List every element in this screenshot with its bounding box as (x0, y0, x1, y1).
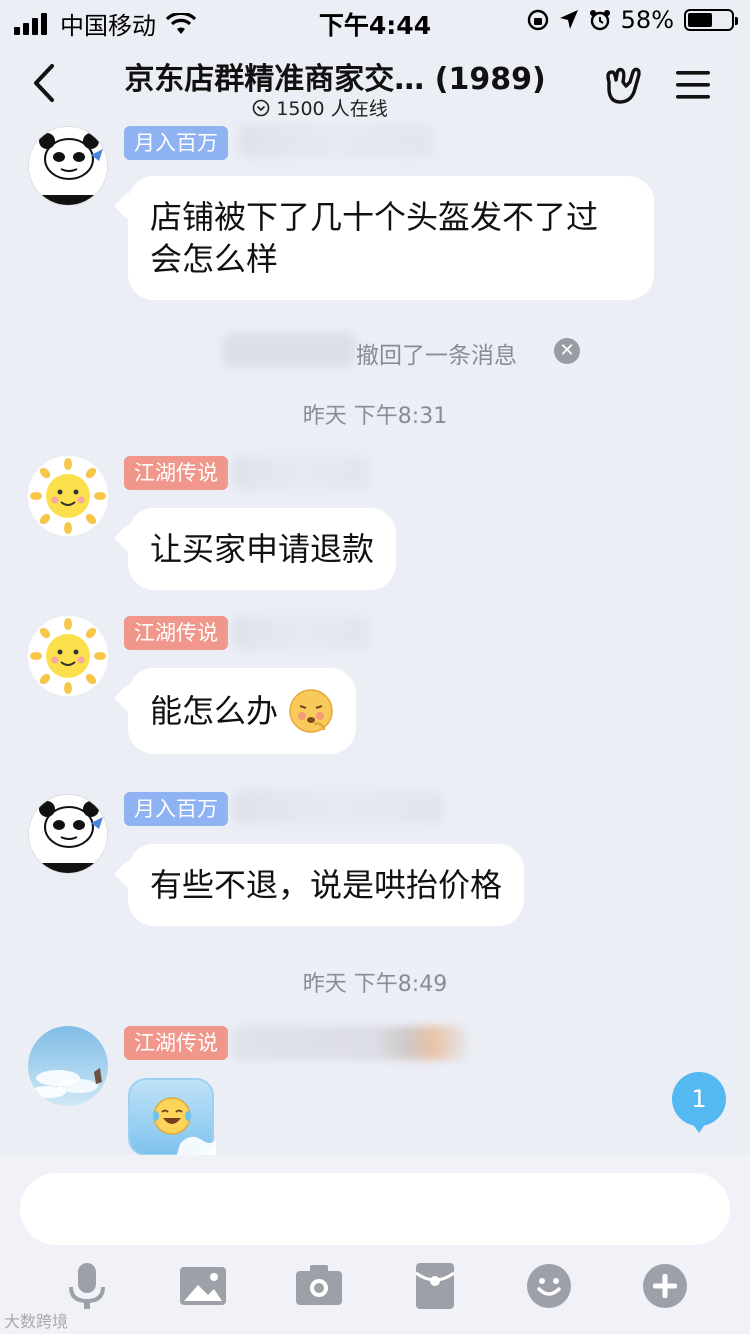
avatar[interactable] (28, 456, 108, 536)
member-tag: 江湖传说 (124, 456, 228, 490)
member-tag: 月入百万 (124, 126, 228, 160)
message-text: 能怎么办 (150, 692, 279, 730)
embarrassed-emoji-icon (289, 689, 333, 733)
panda-avatar-icon (29, 127, 107, 205)
battery-fill (688, 13, 713, 27)
member-tag: 江湖传说 (124, 616, 228, 650)
sky-avatar-icon (30, 1068, 102, 1098)
avatar[interactable] (28, 126, 108, 206)
chat-header: 京东店群精准商家交… (1989) 1500 人在线 (0, 40, 750, 130)
laughing-sticker[interactable] (128, 1078, 216, 1155)
plus-icon[interactable] (640, 1261, 690, 1311)
message-bubble[interactable]: 能怎么办 (128, 668, 357, 754)
message-text: 有些不退，说是哄抬价格 (150, 866, 503, 904)
sender-name-blurred (232, 790, 444, 824)
sender-name-blurred (238, 124, 434, 158)
close-icon[interactable]: ✕ (554, 338, 580, 364)
image-icon[interactable] (178, 1261, 228, 1311)
red-packet-icon[interactable] (410, 1261, 460, 1311)
sender-name-blurred (232, 616, 370, 650)
back-arrow-icon[interactable] (26, 60, 66, 106)
online-count-label: 1500 人在线 (276, 98, 388, 120)
online-count[interactable]: 1500 人在线 (100, 94, 540, 121)
watermark: 大数跨境 (4, 1312, 69, 1331)
sender-name-blurred (232, 456, 370, 490)
member-tag: 月入百万 (124, 792, 228, 826)
hand-gesture-icon[interactable] (600, 62, 646, 108)
message-bubble[interactable]: 让买家申请退款 (128, 508, 397, 590)
avatar[interactable] (28, 616, 108, 696)
message-bubble[interactable]: 有些不退，说是哄抬价格 (128, 844, 525, 926)
message-text: 让买家申请退款 (150, 530, 375, 568)
member-tag: 江湖传说 (124, 1026, 228, 1060)
emoji-icon[interactable] (524, 1261, 574, 1311)
recaller-name-blurred (222, 332, 356, 368)
message-text-line: 店铺被下了几十个头盔发不了过 (150, 198, 599, 236)
group-title[interactable]: 京东店群精准商家交… (1989) (100, 54, 570, 98)
chevron-down-circle-icon (252, 99, 270, 116)
camera-icon[interactable] (294, 1261, 344, 1311)
panda-avatar-icon (29, 795, 107, 873)
alarm-icon (589, 10, 610, 31)
avatar[interactable] (28, 1026, 108, 1106)
menu-icon[interactable] (674, 68, 712, 102)
sun-avatar-icon (28, 616, 108, 696)
message-text-line: 会怎么样 (150, 240, 279, 278)
microphone-icon[interactable] (62, 1261, 112, 1311)
location-icon (559, 10, 578, 29)
recall-text: 撤回了一条消息 (356, 343, 517, 369)
message-list[interactable]: 月入百万 店铺被下了几十个头盔发不了过 会怎么样 撤回了一条消息 ✕ 昨天 下午… (0, 120, 750, 1155)
sender-name-blurred (232, 1026, 468, 1060)
input-toolbar (0, 1255, 750, 1325)
battery-percent: 58% (620, 6, 674, 34)
status-bar: 中国移动 下午4:44 58% (0, 0, 750, 40)
message-input[interactable] (20, 1173, 730, 1245)
battery-icon (684, 9, 738, 31)
sun-avatar-icon (28, 456, 108, 536)
unread-count-badge[interactable]: 1 (672, 1072, 726, 1133)
message-bubble[interactable]: 店铺被下了几十个头盔发不了过 会怎么样 (128, 176, 654, 300)
laughing-emoji-icon (153, 1097, 216, 1155)
recall-notice: 撤回了一条消息 ✕ (0, 330, 750, 370)
avatar[interactable] (28, 794, 108, 874)
input-area (0, 1155, 750, 1334)
timestamp: 昨天 下午8:49 (302, 972, 448, 997)
timestamp: 昨天 下午8:31 (302, 404, 448, 429)
rotation-lock-icon (527, 9, 548, 31)
